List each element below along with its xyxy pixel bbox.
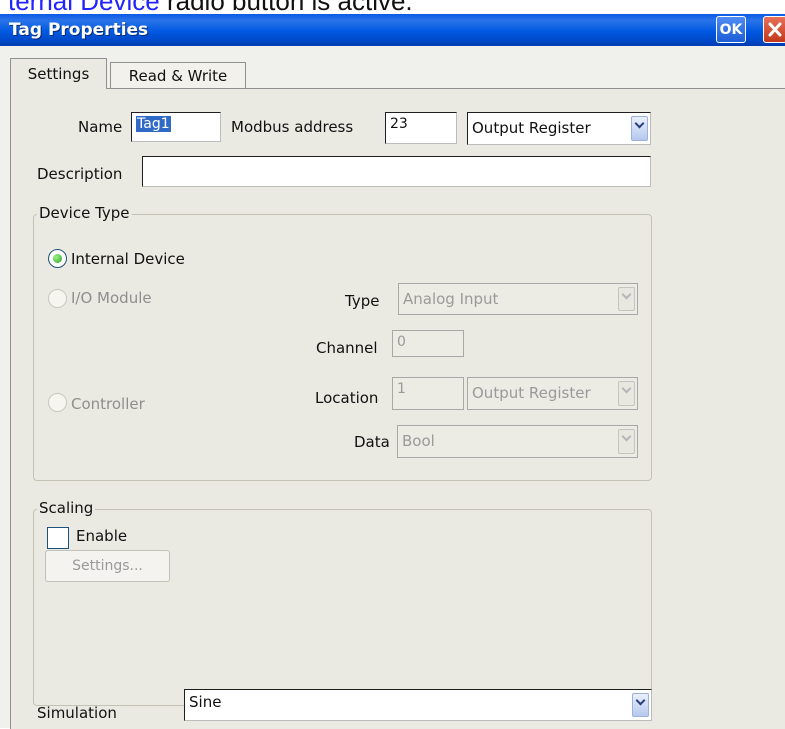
caption-strip: ternal Device radio button is active.: [0, 0, 785, 14]
tab-settings[interactable]: Settings: [10, 58, 107, 89]
chevron-down-icon: [618, 287, 635, 311]
location-field[interactable]: 1: [392, 377, 464, 410]
close-icon: [768, 22, 782, 37]
scaling-enable-label[interactable]: Enable: [76, 527, 127, 545]
data-select[interactable]: Bool: [397, 425, 638, 458]
location-register-select[interactable]: Output Register: [467, 377, 638, 410]
type-value: Analog Input: [403, 290, 499, 308]
chevron-down-icon: [631, 116, 648, 141]
simulation-value: Sine: [189, 693, 222, 711]
location-label: Location: [315, 389, 379, 407]
register-type-select[interactable]: Output Register: [467, 112, 651, 145]
modbus-address-field[interactable]: 23: [385, 112, 457, 144]
simulation-select[interactable]: Sine: [184, 689, 652, 721]
caption-link[interactable]: ternal Device: [8, 0, 160, 14]
channel-field[interactable]: 0: [392, 330, 464, 357]
modbus-address-label: Modbus address: [231, 118, 354, 136]
scaling-enable-checkbox[interactable]: [47, 527, 69, 549]
chevron-down-icon: [618, 381, 635, 406]
location-register-value: Output Register: [472, 384, 591, 402]
name-field[interactable]: Tag1: [131, 112, 221, 142]
type-select[interactable]: Analog Input: [398, 283, 638, 315]
device-type-legend: Device Type: [37, 204, 132, 222]
description-field[interactable]: [142, 156, 651, 187]
scaling-legend: Scaling: [37, 499, 96, 517]
chevron-down-icon: [632, 693, 649, 717]
chevron-down-icon: [618, 429, 635, 454]
close-button[interactable]: [763, 16, 785, 43]
data-value: Bool: [402, 432, 435, 450]
caption-rest: radio button is active.: [160, 0, 413, 14]
scaling-settings-button[interactable]: Settings...: [45, 550, 170, 582]
internal-device-label[interactable]: Internal Device: [71, 250, 185, 268]
name-value: Tag1: [136, 116, 171, 132]
description-label: Description: [37, 165, 123, 183]
name-label: Name: [78, 118, 123, 136]
register-type-value: Output Register: [472, 119, 591, 137]
type-label: Type: [345, 292, 380, 310]
controller-label[interactable]: Controller: [71, 395, 145, 413]
channel-label: Channel: [316, 339, 378, 357]
window-title: Tag Properties: [9, 20, 149, 40]
io-module-label[interactable]: I/O Module: [71, 289, 152, 307]
ok-button[interactable]: OK: [716, 16, 746, 43]
simulation-label: Simulation: [37, 704, 117, 722]
tab-read-write[interactable]: Read & Write: [110, 62, 246, 88]
data-label: Data: [354, 433, 390, 451]
caption-text: ternal Device radio button is active.: [8, 0, 413, 14]
controller-radio[interactable]: [48, 393, 67, 412]
io-module-radio[interactable]: [48, 289, 67, 308]
internal-device-radio[interactable]: [48, 249, 67, 268]
